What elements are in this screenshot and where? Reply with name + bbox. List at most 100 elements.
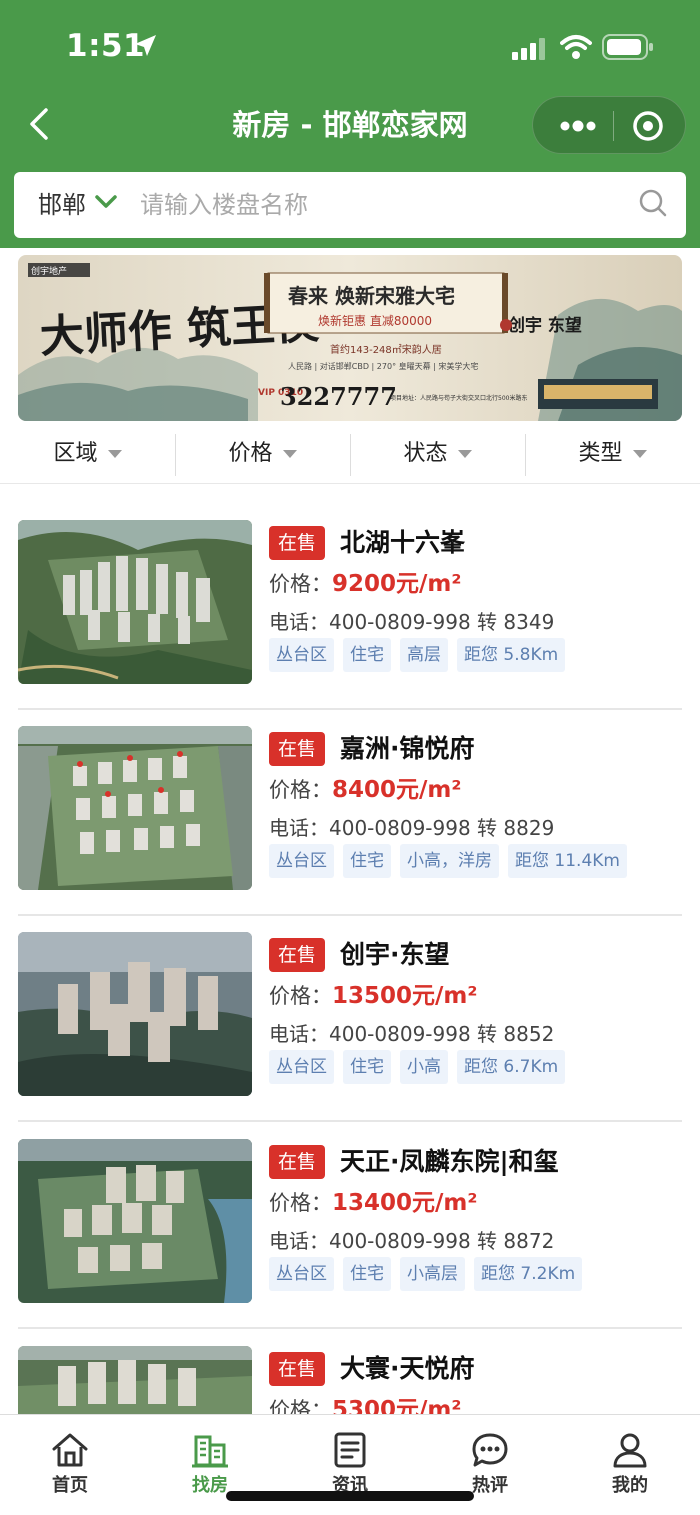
banner-slogan: 春来 焕新宋雅大宅: [287, 284, 455, 308]
price-row: 价格：8400元/m²: [269, 774, 461, 806]
dropdown-triangle-icon: [457, 450, 472, 458]
signal-icon: [512, 38, 545, 60]
city-selector[interactable]: 邯郸: [38, 186, 86, 224]
price-label: 价格：: [269, 984, 332, 1008]
tab-profile[interactable]: 我的: [560, 1421, 700, 1511]
tag-district: 丛台区: [269, 844, 334, 878]
tab-home[interactable]: 首页: [0, 1421, 140, 1511]
phone-number[interactable]: 电话：400-0809-998 转 8872: [269, 1225, 554, 1257]
listing-tags: 丛台区 住宅 高层 距您 5.8Km: [269, 638, 574, 672]
listing-name[interactable]: 嘉洲·锦悦府: [340, 726, 475, 772]
listing-thumbnail[interactable]: [18, 520, 252, 684]
status-badge: 在售: [269, 732, 326, 766]
tag-distance: 距您 7.2Km: [474, 1257, 583, 1291]
listing-card[interactable]: 在售 天正·凤麟东院|和玺 价格：13400元/m² 电话：400-0809-9…: [18, 1125, 682, 1331]
banner-area: 首约143-248㎡宋韵人居: [330, 343, 442, 356]
tag-distance: 距您 6.7Km: [457, 1050, 566, 1084]
listing-tags: 丛台区 住宅 小高层 距您 7.2Km: [269, 1257, 591, 1291]
price-label: 价格：: [269, 572, 332, 596]
page: 1:51 新房 - 邯郸恋家网 邯郸 请输入楼盘名称 创宇地产 大师作 筑王侯 …: [0, 0, 700, 1515]
search-input[interactable]: 请输入楼盘名称: [140, 186, 308, 224]
listing-name[interactable]: 天正·凤麟东院|和玺: [340, 1139, 559, 1185]
tag-district: 丛台区: [269, 638, 334, 672]
tag-building-type: 小高，洋房: [400, 844, 499, 878]
capsule-divider: [613, 111, 614, 141]
filter-district[interactable]: 区域: [0, 432, 175, 476]
dropdown-triangle-icon: [632, 450, 647, 458]
close-target-icon[interactable]: [631, 109, 665, 143]
divider: [18, 1120, 682, 1122]
tag-property-type: 住宅: [343, 1050, 391, 1084]
banner-brand-right: 创宇 东望: [507, 315, 582, 336]
listing-tags: 丛台区 住宅 小高 距您 6.7Km: [269, 1050, 574, 1084]
phone-number[interactable]: 电话：400-0809-998 转 8829: [269, 812, 554, 844]
status-badge: 在售: [269, 1145, 326, 1179]
filter-status[interactable]: 状态: [350, 432, 525, 476]
listing-thumbnail[interactable]: [18, 1139, 252, 1303]
listing-card[interactable]: 在售 嘉洲·锦悦府 价格：8400元/m² 电话：400-0809-998 转 …: [18, 712, 682, 918]
status-badge: 在售: [269, 938, 326, 972]
listing-name[interactable]: 大寰·天悦府: [340, 1346, 475, 1392]
status-bar: 1:51: [0, 0, 700, 90]
wifi-icon: [560, 35, 592, 59]
location-arrow-icon: [135, 35, 156, 56]
filter-bar: 区域 价格 状态 类型: [0, 424, 700, 484]
dropdown-triangle-icon: [107, 450, 122, 458]
price-value: 8400元/m²: [332, 777, 462, 803]
filter-price[interactable]: 价格: [175, 432, 350, 476]
listing-thumbnail[interactable]: [18, 932, 252, 1096]
tag-property-type: 住宅: [343, 1257, 391, 1291]
user-icon: [613, 1433, 647, 1468]
listing-name[interactable]: 北湖十六峯: [340, 520, 465, 566]
estate-render-image: [18, 520, 252, 684]
tag-property-type: 住宅: [343, 638, 391, 672]
price-row: 价格：13400元/m²: [269, 1187, 477, 1219]
tag-building-type: 高层: [400, 638, 448, 672]
phone-number[interactable]: 电话：400-0809-998 转 8852: [269, 1018, 554, 1050]
banner-offer: 焕新钜惠 直减80000: [318, 313, 432, 328]
tag-property-type: 住宅: [343, 844, 391, 878]
status-badge: 在售: [269, 1352, 326, 1386]
more-dots-icon[interactable]: [553, 109, 603, 143]
price-row: 价格：9200元/m²: [269, 568, 461, 600]
divider: [18, 708, 682, 710]
listing-card[interactable]: 在售 创宇·东望 价格：13500元/m² 电话：400-0809-998 转 …: [18, 918, 682, 1124]
estate-render-image: [18, 726, 252, 890]
listing-thumbnail[interactable]: [18, 726, 252, 890]
banner-address: 项目地址：人民路与苟子大街交叉口北行500米路东: [390, 394, 527, 402]
tab-label: 首页: [52, 1475, 88, 1496]
price-row: 价格：13500元/m²: [269, 980, 477, 1012]
tag-distance: 距您 11.4Km: [508, 844, 627, 878]
chevron-down-icon[interactable]: [94, 190, 118, 214]
miniprogram-capsule: [532, 96, 686, 154]
search-icon[interactable]: [638, 188, 668, 218]
chat-icon: [472, 1433, 508, 1467]
price-label: 价格：: [269, 778, 332, 802]
battery-icon: [602, 34, 653, 60]
listing-card[interactable]: 在售 北湖十六峯 价格：9200元/m² 电话：400-0809-998 转 8…: [18, 506, 682, 712]
tag-distance: 距您 5.8Km: [457, 638, 566, 672]
filter-type[interactable]: 类型: [525, 432, 700, 476]
price-value: 13500元/m²: [332, 983, 478, 1009]
tag-district: 丛台区: [269, 1050, 334, 1084]
home-indicator: [226, 1491, 474, 1501]
estate-render-image: [18, 1139, 252, 1303]
header: 1:51 新房 - 邯郸恋家网 邯郸 请输入楼盘名称: [0, 0, 700, 248]
tag-building-type: 小高: [400, 1050, 448, 1084]
promo-banner-art: 创宇地产 大师作 筑王侯 春来 焕新宋雅大宅 焕新钜惠 直减80000 首约14…: [18, 255, 682, 421]
banner-brand-left: 创宇地产: [31, 265, 67, 277]
price-label: 价格：: [269, 1191, 332, 1215]
promo-banner[interactable]: 创宇地产 大师作 筑王侯 春来 焕新宋雅大宅 焕新钜惠 直减80000 首约14…: [18, 255, 682, 421]
divider: [18, 914, 682, 916]
search-bar: 邯郸 请输入楼盘名称: [14, 172, 686, 238]
listing-name[interactable]: 创宇·东望: [340, 932, 450, 978]
price-value: 13400元/m²: [332, 1190, 478, 1216]
listing-tags: 丛台区 住宅 小高，洋房 距您 11.4Km: [269, 844, 636, 878]
news-icon: [334, 1432, 366, 1468]
banner-hotline: 3227777: [280, 382, 397, 411]
tab-label: 我的: [612, 1475, 648, 1496]
phone-number[interactable]: 电话：400-0809-998 转 8349: [269, 606, 554, 638]
tag-building-type: 小高层: [400, 1257, 465, 1291]
banner-features: 人民路 | 对话邯郸CBD | 270° 皇曜天幕 | 宋美学大宅: [288, 361, 478, 371]
tag-district: 丛台区: [269, 1257, 334, 1291]
